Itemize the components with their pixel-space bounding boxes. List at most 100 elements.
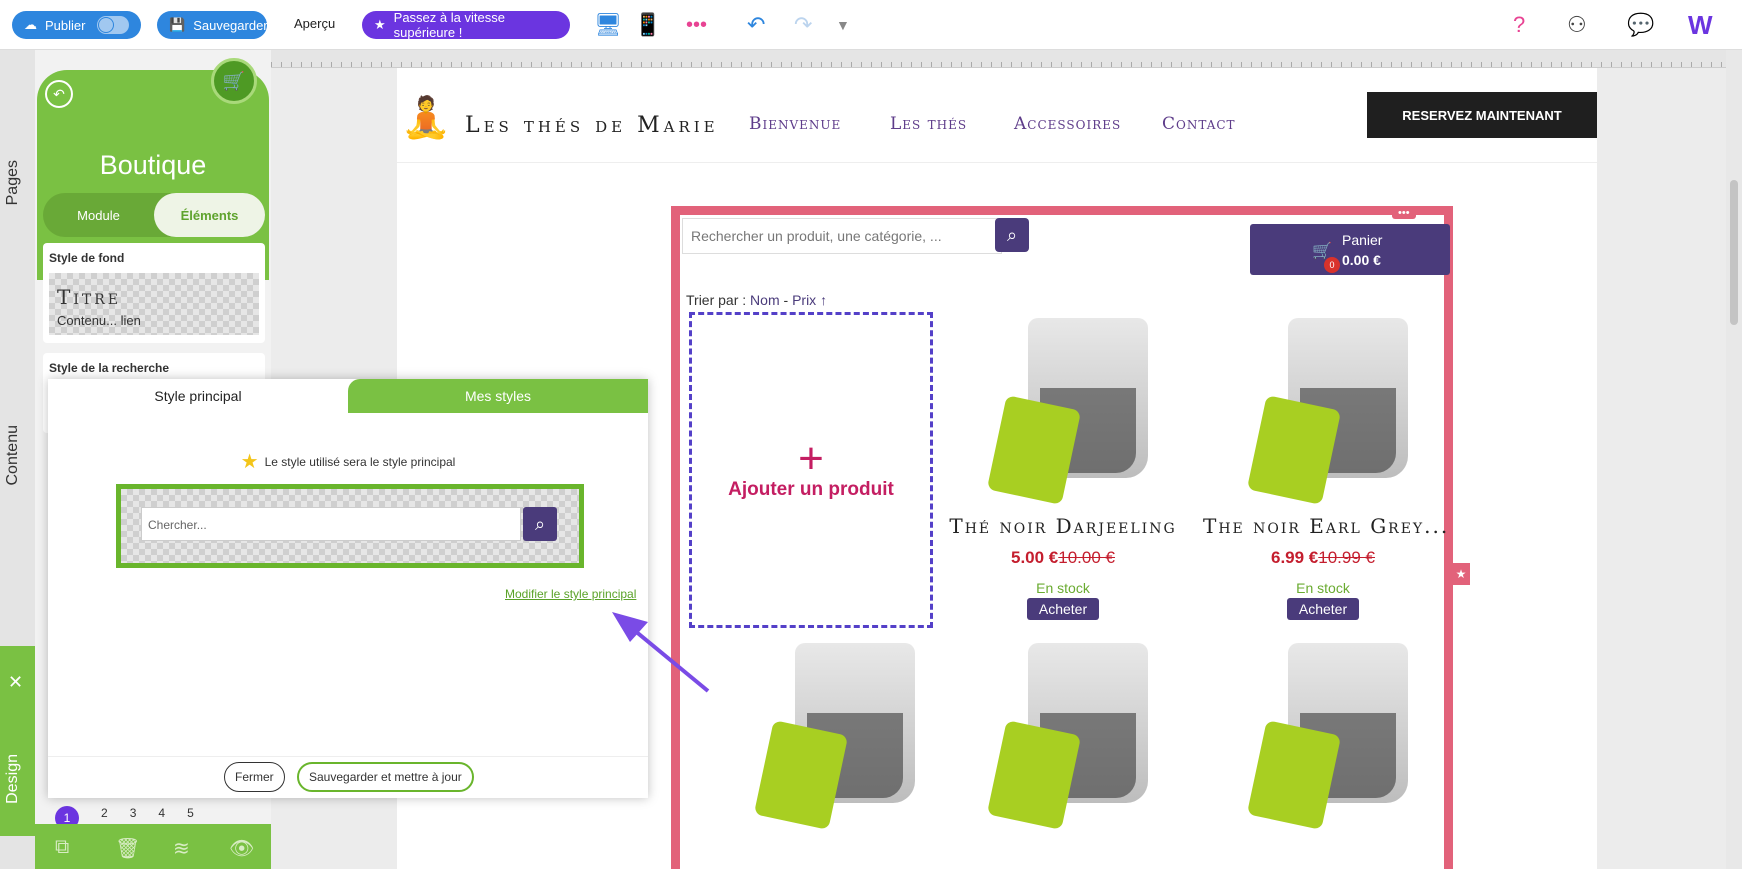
sort-bar: Trier par : Nom - Prix ↑ xyxy=(686,292,828,308)
preview-search-input: Chercher... xyxy=(141,507,521,541)
product-card[interactable]: Thé noir Darjeeling 5.00 €10.00 € En sto… xyxy=(943,318,1183,620)
save-update-button[interactable]: Sauvegarder et mettre à jour xyxy=(297,762,474,792)
product-old-price: 10.00 € xyxy=(1058,548,1115,567)
plus-icon: + xyxy=(798,434,824,483)
nav-teas[interactable]: Les thés xyxy=(890,114,967,134)
reserve-button[interactable]: RESERVEZ MAINTENANT xyxy=(1367,92,1597,138)
undo-icon[interactable]: ↶ xyxy=(747,10,765,40)
left-tab-strip: Pages Contenu ✕ Design xyxy=(0,50,35,869)
info-text: Le style utilisé sera le style principal xyxy=(264,454,456,469)
preview-button[interactable]: Aperçu xyxy=(294,16,335,31)
scrollbar-thumb[interactable] xyxy=(1730,180,1738,325)
add-product-label: Ajouter un produit xyxy=(728,479,894,500)
publish-button[interactable]: ☁ Publier xyxy=(12,11,141,39)
panel-bottom-toolbar: ⧉ 🗑 ≋ 👁 xyxy=(35,824,306,869)
mobile-icon[interactable]: 📱 xyxy=(634,10,661,40)
product-image[interactable] xyxy=(1238,318,1408,505)
modal-info: ★ Le style utilisé sera le style princip… xyxy=(48,449,648,474)
panel-title: Boutique xyxy=(99,150,207,180)
save-button[interactable]: 💾 Sauvegarder xyxy=(157,11,268,39)
product-stock: En stock xyxy=(1296,580,1350,596)
nav-welcome[interactable]: Bienvenue xyxy=(749,114,841,134)
product-old-price: 10.99 € xyxy=(1318,548,1375,567)
publish-label: Publier xyxy=(45,17,86,33)
site-header: 🧘 Les thés de Marie Bienvenue Les thés A… xyxy=(397,68,1597,163)
product-card[interactable]: The noir Earl Grey... 6.99 €10.99 € En s… xyxy=(1203,318,1450,620)
cart-module-icon: 🛒 xyxy=(211,58,257,104)
preview-title: Titre xyxy=(57,285,121,309)
nav-accessories[interactable]: Accessoires xyxy=(1014,114,1121,134)
cart-count-badge: 0 xyxy=(1324,257,1340,273)
publish-toggle[interactable] xyxy=(97,16,129,34)
panel-tabs: Module Éléments xyxy=(43,193,265,237)
top-toolbar: ☁ Publier 💾 Sauvegarder Aperçu ★ Passez … xyxy=(0,0,1742,50)
modal-tabs: Style principal Mes styles xyxy=(48,379,648,413)
product-price: 6.99 €10.99 € xyxy=(1271,548,1375,567)
layers-icon[interactable]: ≋ xyxy=(173,836,190,861)
eye-icon[interactable]: 👁 xyxy=(229,836,254,861)
shop-module[interactable]: Rechercher un produit, une catégorie, ..… xyxy=(671,206,1470,869)
nav-contact[interactable]: Contact xyxy=(1162,114,1236,134)
back-icon[interactable]: ↶ xyxy=(45,80,73,108)
star-icon: ★ xyxy=(240,451,259,473)
trash-icon[interactable]: 🗑 xyxy=(115,836,140,861)
sort-label: Trier par : xyxy=(686,292,747,308)
duplicate-icon[interactable]: ⧉ xyxy=(55,836,69,859)
close-button[interactable]: Fermer xyxy=(224,762,285,792)
add-product-tile[interactable]: + Ajouter un produit xyxy=(689,312,933,628)
redo-icon[interactable]: ↷ xyxy=(794,10,812,40)
upgrade-button[interactable]: ★ Passez à la vitesse supérieure ! xyxy=(362,10,570,40)
tab-module[interactable]: Module xyxy=(43,193,154,237)
product-price: 5.00 €10.00 € xyxy=(1011,548,1115,567)
sort-price[interactable]: Prix ↑ xyxy=(792,292,827,308)
sort-name[interactable]: Nom xyxy=(750,292,780,308)
style-modal: Style principal Mes styles ★ Le style ut… xyxy=(48,379,648,798)
tab-elements[interactable]: Éléments xyxy=(154,193,265,237)
product-image[interactable] xyxy=(978,643,1148,830)
preview-text: Contenu... lien xyxy=(57,313,141,328)
product-name: Thé noir Darjeeling xyxy=(949,514,1177,538)
product-image[interactable] xyxy=(745,643,915,830)
cart-button[interactable]: 🛒 0 Panier 0.00 € xyxy=(1250,224,1450,275)
floppy-icon: 💾 xyxy=(169,17,186,32)
cloud-upload-icon: ☁ xyxy=(24,17,37,32)
product-image[interactable] xyxy=(978,318,1148,505)
top-ruler xyxy=(271,50,1726,68)
card-label: Style de fond xyxy=(49,251,125,265)
tab-content[interactable]: Contenu xyxy=(4,425,22,486)
module-options-icon[interactable]: ••• xyxy=(1392,207,1416,219)
product-card[interactable] xyxy=(943,643,1183,830)
close-icon[interactable]: ✕ xyxy=(8,672,23,693)
shop-search-input[interactable]: Rechercher un produit, une catégorie, ..… xyxy=(682,218,1002,254)
cart-total: 0.00 € xyxy=(1342,252,1381,268)
upgrade-label: Passez à la vitesse supérieure ! xyxy=(393,10,505,40)
save-label: Sauvegarder xyxy=(193,17,268,33)
search-style-preview[interactable]: Chercher... ⌕ xyxy=(116,484,584,568)
tab-design[interactable]: Design xyxy=(4,754,22,804)
cart-label: Panier xyxy=(1342,232,1383,248)
modify-main-style-link[interactable]: Modifier le style principal xyxy=(505,587,636,601)
card-background-style[interactable]: Style de fond Titre Contenu... lien xyxy=(43,243,265,343)
tab-pages[interactable]: Pages xyxy=(4,160,22,205)
modal-footer: Fermer Sauvegarder et mettre à jour xyxy=(48,756,648,798)
more-icon[interactable]: ••• xyxy=(686,10,707,40)
shop-search-button[interactable]: ⌕ xyxy=(995,218,1029,252)
desktop-icon[interactable]: 🖥 xyxy=(594,10,622,40)
favorite-star-icon[interactable]: ★ xyxy=(1452,563,1470,585)
vertical-scrollbar[interactable] xyxy=(1726,50,1742,869)
product-card[interactable] xyxy=(1203,643,1443,830)
search-icon: ⌕ xyxy=(1006,224,1018,245)
buy-button[interactable]: Acheter xyxy=(1286,598,1360,620)
style-preview[interactable]: Titre Contenu... lien xyxy=(49,273,259,335)
binoculars-icon[interactable]: ⚇ xyxy=(1567,10,1587,40)
chevron-down-icon[interactable]: ▼ xyxy=(836,10,850,40)
product-card[interactable] xyxy=(710,643,950,830)
tab-main-style[interactable]: Style principal xyxy=(48,379,348,413)
help-icon[interactable]: ? xyxy=(1513,10,1525,40)
chat-icon[interactable]: 💬 xyxy=(1627,10,1654,40)
product-name: The noir Earl Grey... xyxy=(1203,514,1450,538)
tab-my-styles[interactable]: Mes styles xyxy=(348,379,648,413)
product-stock: En stock xyxy=(1036,580,1090,596)
buy-button[interactable]: Acheter xyxy=(1026,598,1100,620)
product-image[interactable] xyxy=(1238,643,1408,830)
